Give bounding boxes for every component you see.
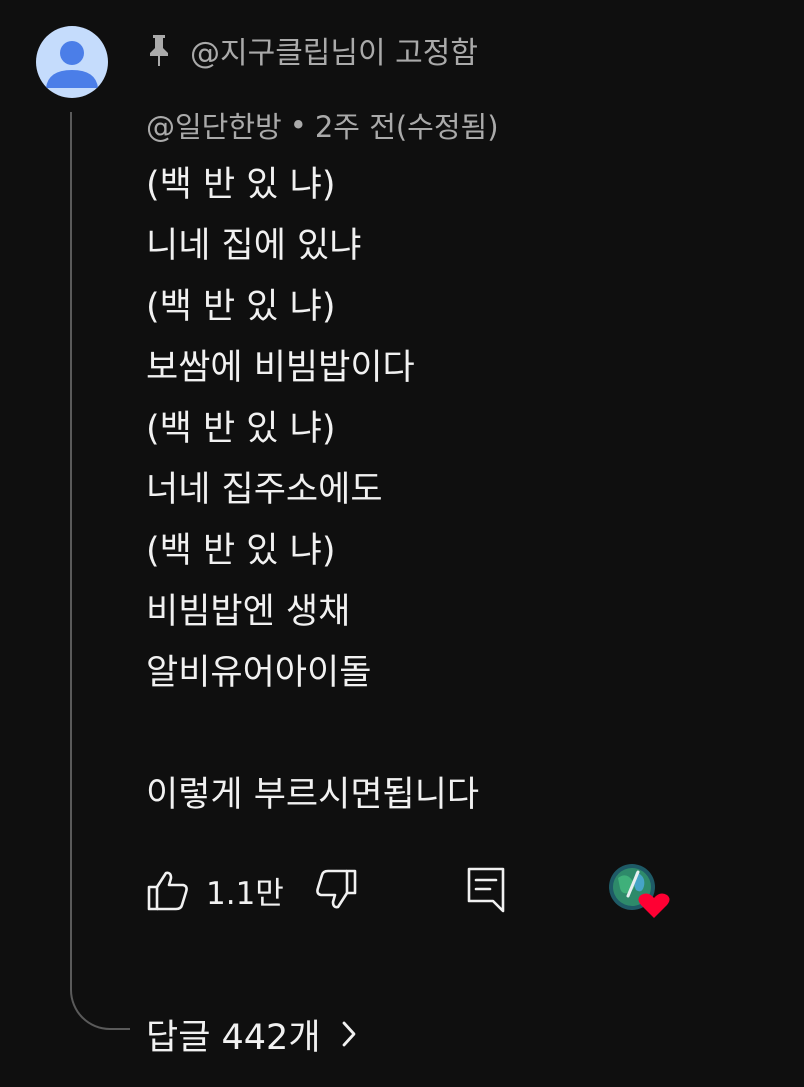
comment-meta: @일단한방 • 2주 전(수정됨): [146, 104, 499, 146]
comment-line: 니네 집에 있냐: [146, 226, 362, 266]
comment-line: 너네 집주소에도: [146, 470, 383, 510]
thumbs-up-icon: [147, 871, 188, 911]
dislike-button[interactable]: [314, 862, 358, 918]
like-count: 1.1만: [206, 875, 284, 912]
replies-count: 답글 442개: [146, 1017, 321, 1058]
comment-line: 보쌈에 비빔밥이다: [146, 348, 415, 388]
comment-time: 2주 전(수정됨): [314, 110, 499, 144]
reply-thread-line: [70, 112, 130, 1030]
comment-text: (백 반 있 냐) 니네 집에 있냐 (백 반 있 냐) 보쌈에 비빔밥이다 (…: [146, 155, 766, 826]
comment-author[interactable]: @일단한방: [146, 104, 282, 146]
pinned-text: @지구클립님이 고정함: [190, 36, 478, 71]
comment-line: [146, 704, 766, 765]
comment-avatar[interactable]: [36, 26, 108, 98]
like-button[interactable]: 1.1만: [146, 862, 284, 918]
default-user-icon: [46, 41, 98, 88]
creator-heart-badge: [608, 862, 672, 918]
chevron-right-icon: [342, 1021, 355, 1047]
pin-icon: [150, 35, 168, 66]
comment-line: 이렇게 부르시면됩니다: [146, 775, 480, 815]
creator-heart-icon: [609, 864, 670, 918]
comment-line: (백 반 있 냐): [146, 409, 336, 449]
reply-button[interactable]: [466, 862, 506, 918]
replies-button[interactable]: 답글 442개: [146, 1008, 359, 1060]
thumbs-down-icon: [316, 869, 357, 909]
comment-line: (백 반 있 냐): [146, 165, 336, 205]
reply-comment-icon: [467, 867, 505, 913]
comment-line: 알비유어아이돌: [146, 653, 372, 693]
comment-actions: 1.1만: [146, 862, 706, 918]
comment-line: 비빔밥엔 생채: [146, 592, 351, 632]
comment-line: (백 반 있 냐): [146, 287, 336, 327]
comment-line: (백 반 있 냐): [146, 531, 336, 571]
pinned-label: @지구클립님이 고정함: [148, 28, 478, 72]
meta-separator: •: [289, 108, 307, 142]
